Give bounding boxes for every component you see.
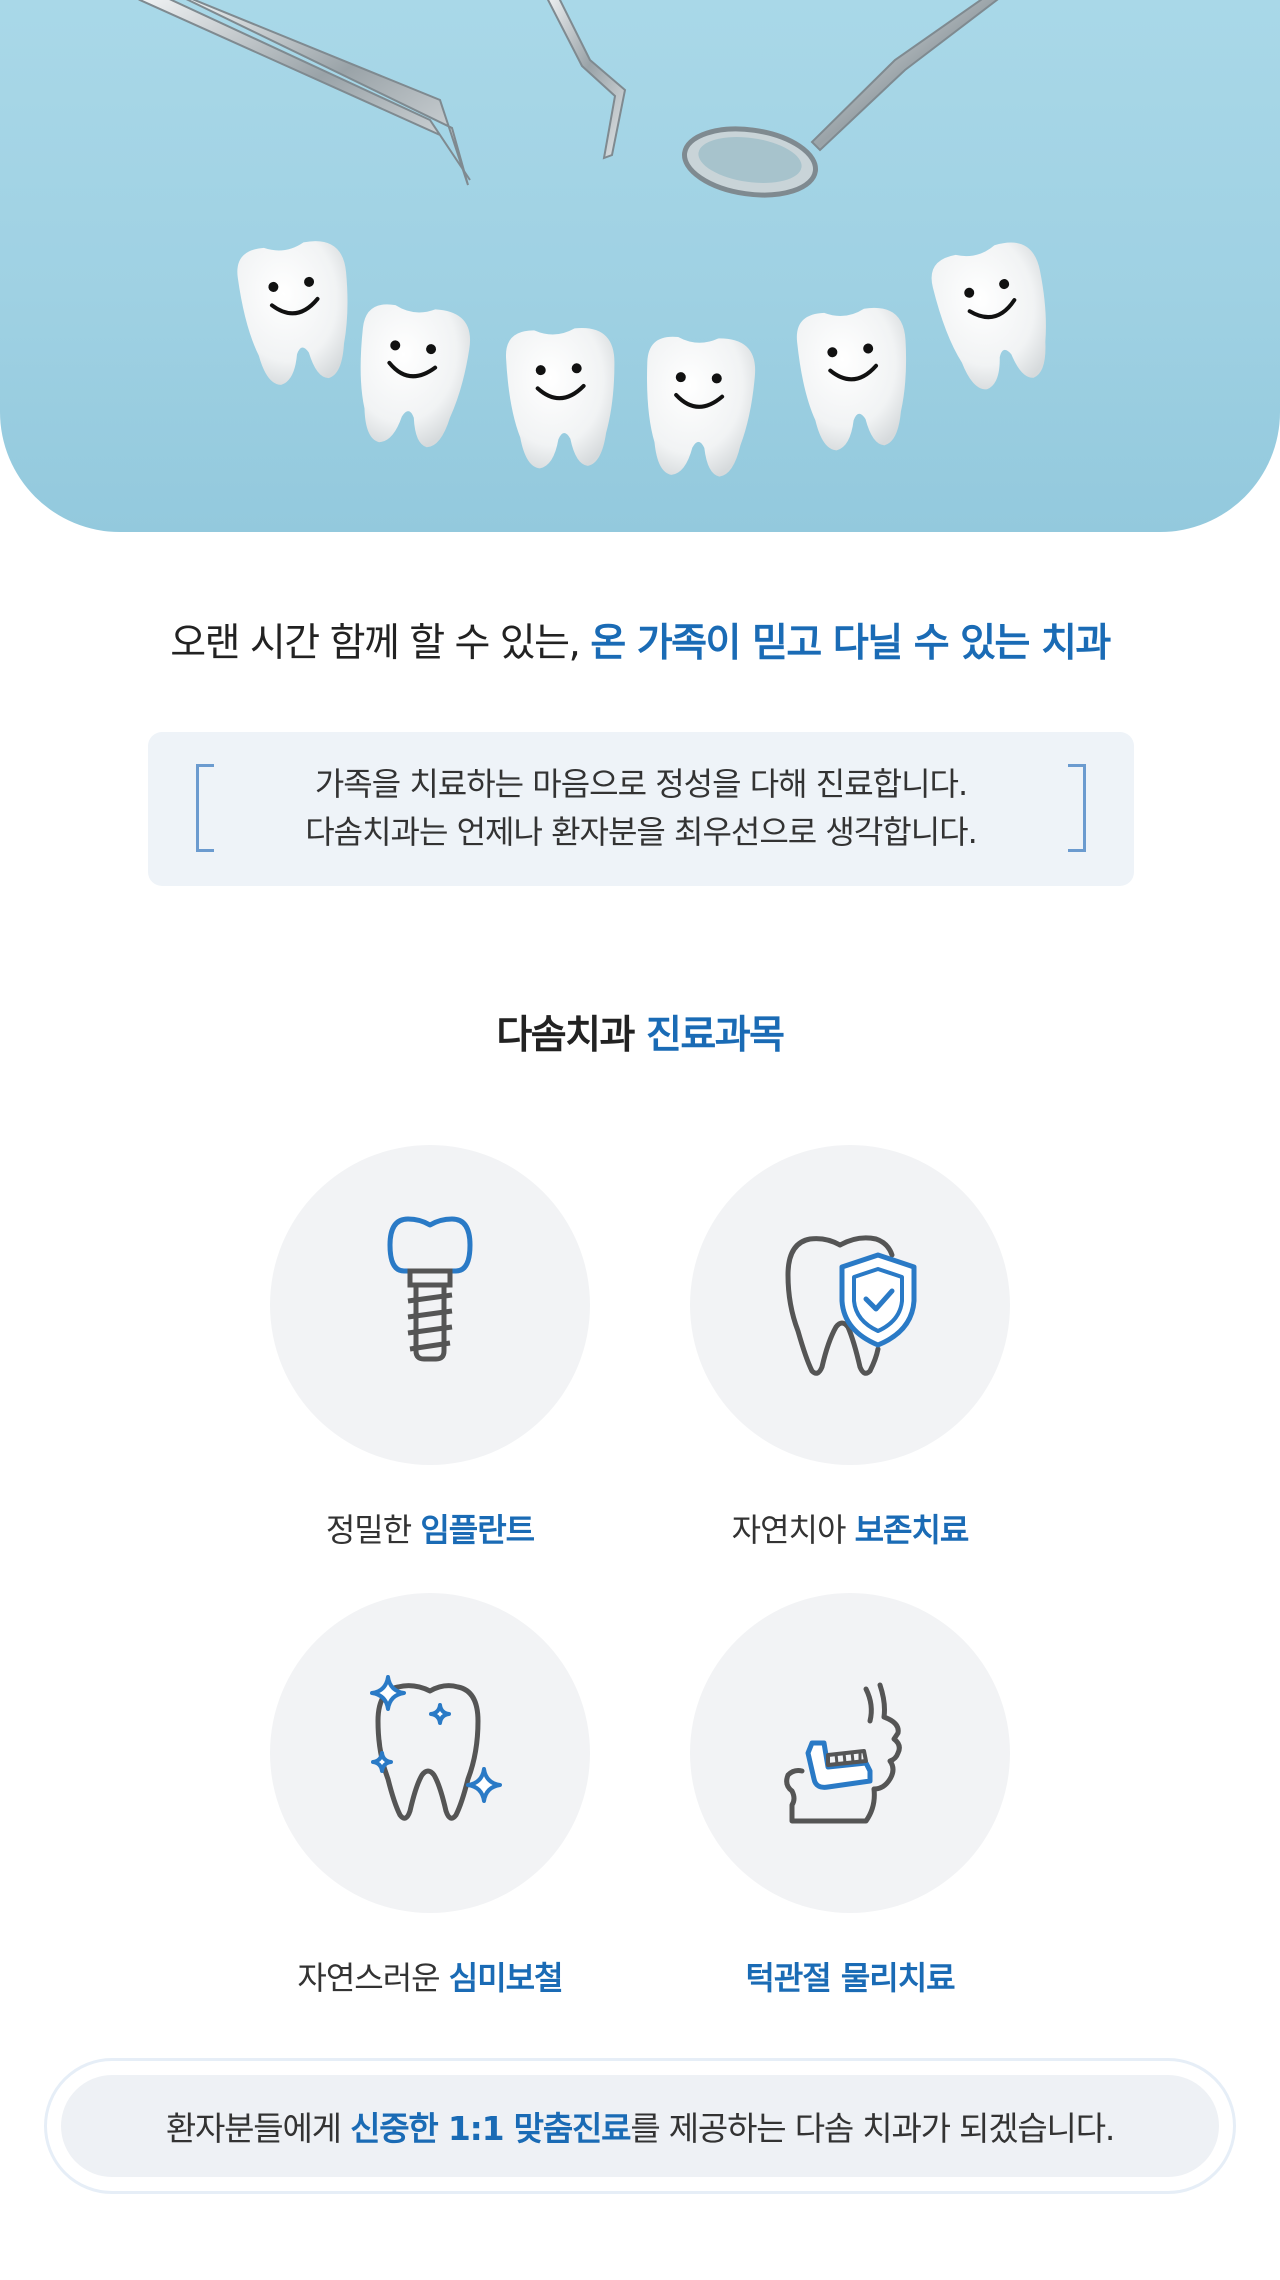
tweezers-tool	[138, 0, 471, 186]
service-label-highlight: 턱관절 물리치료	[745, 1959, 955, 1997]
intro-quote-text: 가족을 치료하는 마음으로 정성을 다해 진료합니다. 다솜치과는 언제나 환자…	[148, 760, 1134, 856]
dental-probe-tool	[546, 0, 627, 160]
headline: 오랜 시간 함께 할 수 있는, 온 가족이 믿고 다닐 수 있는 치과	[0, 612, 1280, 668]
service-label-conservative: 자연치아 보존치료	[680, 1505, 1020, 1551]
service-card-aesthetic[interactable]: 자연스러운 심미보철	[260, 1593, 600, 2003]
closing-lead: 환자분들에게	[165, 2109, 342, 2148]
service-card-conservative[interactable]: 자연치아 보존치료	[680, 1145, 1020, 1555]
service-label-aesthetic: 자연스러운 심미보철	[260, 1953, 600, 1999]
service-label-lead: 자연스러운	[297, 1959, 440, 1997]
service-card-implant[interactable]: 정밀한 임플란트	[260, 1145, 600, 1555]
service-label-lead: 정밀한	[325, 1511, 412, 1549]
service-label-lead: 자연치아	[731, 1511, 847, 1549]
service-label-highlight: 심미보철	[448, 1959, 564, 1997]
closing-highlight: 신중한 1:1 맞춤진료	[350, 2109, 631, 2148]
service-icon-circle	[270, 1145, 590, 1465]
service-label-tmj: 턱관절 물리치료	[680, 1953, 1020, 1999]
intro-quote-line-1: 가족을 치료하는 마음으로 정성을 다해 진료합니다.	[314, 765, 968, 803]
closing-text: 환자분들에게 신중한 1:1 맞춤진료 를 제공하는 다솜 치과가 되겠습니다.	[61, 2075, 1219, 2177]
service-label-highlight: 임플란트	[420, 1511, 535, 1549]
service-icon-circle	[270, 1593, 590, 1913]
intro-quote-line-2: 다솜치과는 언제나 환자분을 최우선으로 생각합니다.	[305, 813, 978, 851]
closing-banner-inner: 환자분들에게 신중한 1:1 맞춤진료 를 제공하는 다솜 치과가 되겠습니다.	[61, 2075, 1219, 2177]
dental-implant-icon	[387, 1216, 473, 1362]
services-section-title: 다솜치과 진료과목	[0, 1004, 1280, 1060]
smiling-teeth-row	[237, 241, 1046, 477]
headline-lead: 오랜 시간 함께 할 수 있는,	[170, 621, 581, 666]
hero-banner	[0, 0, 1280, 532]
closing-tail: 를 제공하는 다솜 치과가 되겠습니다.	[630, 2109, 1115, 2148]
service-label-highlight: 보존치료	[854, 1511, 970, 1549]
headline-highlight: 온 가족이 믿고 다닐 수 있는 치과	[590, 621, 1111, 666]
closing-banner: 환자분들에게 신중한 1:1 맞춤진료 를 제공하는 다솜 치과가 되겠습니다.	[44, 2058, 1236, 2194]
page: 오랜 시간 함께 할 수 있는, 온 가족이 믿고 다닐 수 있는 치과 가족을…	[0, 0, 1280, 2280]
hero-photo	[138, 0, 1046, 477]
tooth-shield-icon	[785, 1235, 917, 1376]
intro-quote-box: 가족을 치료하는 마음으로 정성을 다해 진료합니다. 다솜치과는 언제나 환자…	[148, 732, 1134, 886]
service-label-implant: 정밀한 임플란트	[260, 1505, 600, 1551]
service-icon-circle	[690, 1145, 1010, 1465]
jaw-joint-icon	[784, 1682, 902, 1824]
service-card-tmj[interactable]: 턱관절 물리치료	[680, 1593, 1020, 2003]
services-title-lead: 다솜치과	[496, 1013, 635, 1058]
dental-mirror-tool	[681, 0, 999, 198]
sparkling-tooth-icon	[370, 1675, 502, 1821]
service-icon-circle	[690, 1593, 1010, 1913]
services-title-highlight: 진료과목	[646, 1013, 785, 1058]
